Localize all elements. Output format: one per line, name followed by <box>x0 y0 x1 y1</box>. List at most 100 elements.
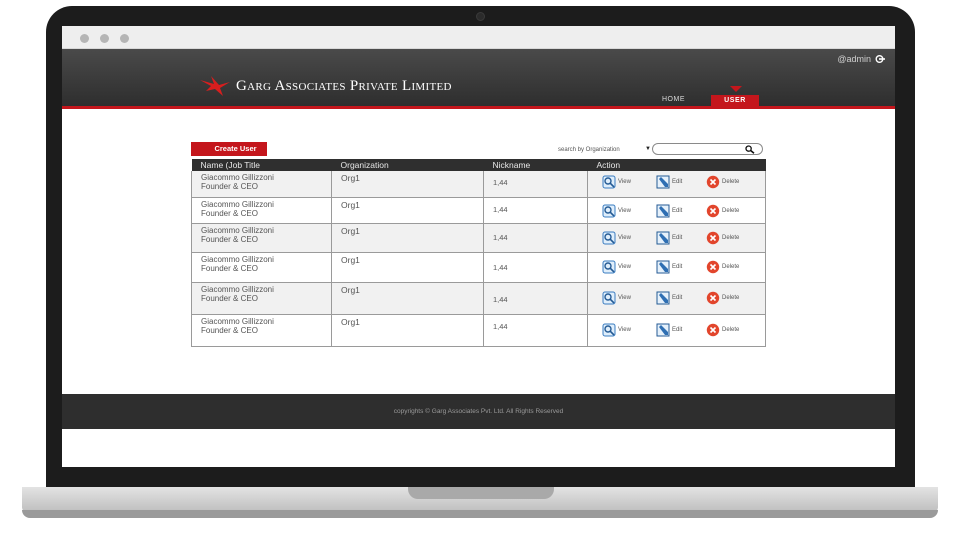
edit-label: Edit <box>672 234 683 241</box>
red-x-delete-icon <box>706 204 720 217</box>
laptop-hinge-notch <box>408 487 554 499</box>
delete-button[interactable]: Delete <box>706 175 739 189</box>
delete-button[interactable]: Delete <box>706 291 739 305</box>
name-cell: Giacommo Gillizzoni Founder & CEO <box>191 197 332 224</box>
edit-button[interactable]: Edit <box>656 175 682 189</box>
delete-label: Delete <box>722 326 740 333</box>
app-header: Garg Associates Private Limited @admin H… <box>62 49 895 109</box>
window-minimize-dot[interactable] <box>100 34 109 43</box>
view-label: View <box>618 294 631 301</box>
edit-button[interactable]: Edit <box>656 291 682 305</box>
pencil-edit-icon <box>656 323 670 336</box>
webcam <box>476 12 485 21</box>
view-label: View <box>618 234 631 241</box>
view-label: View <box>618 179 631 185</box>
view-button[interactable]: View <box>602 204 631 218</box>
table-row: Giacommo Gillizzoni Founder & CEO Org1 1… <box>191 171 766 198</box>
organization-cell: Org1 <box>331 171 484 198</box>
browser-bar <box>62 26 895 49</box>
copyright-text: copyrights © Garg Associates Pvt. Ltd. A… <box>393 408 564 415</box>
edit-button[interactable]: Edit <box>656 260 682 274</box>
delete-button[interactable]: Delete <box>706 323 739 337</box>
column-header-nickname[interactable]: Nickname <box>483 159 588 171</box>
delete-button[interactable]: Delete <box>706 204 739 218</box>
table-row: Giacommo Gillizzoni Founder & CEO Org1 1… <box>191 252 766 283</box>
name-cell: Giacommo Gillizzoni Founder & CEO <box>191 171 332 198</box>
action-cell: View Edit Delete <box>587 197 766 224</box>
create-user-button[interactable]: Create User <box>191 142 267 156</box>
edit-label: Edit <box>672 326 683 333</box>
edit-button[interactable]: Edit <box>656 323 682 337</box>
nickname-cell: 1,44 <box>483 282 588 315</box>
user-name: Giacommo Gillizzoni <box>201 225 274 235</box>
magnifier-view-icon <box>602 204 616 217</box>
organization-cell: Org1 <box>331 252 484 283</box>
delete-label: Delete <box>722 234 740 241</box>
pencil-edit-icon <box>656 260 670 273</box>
name-cell: Giacommo Gillizzoni Founder & CEO <box>191 252 332 283</box>
action-cell: View Edit Delete <box>587 252 766 283</box>
table-row: Giacommo Gillizzoni Founder & CEO Org1 1… <box>191 282 766 315</box>
user-name: Giacommo Gillizzoni <box>201 199 274 209</box>
nickname-cell: 1,44 <box>483 314 588 347</box>
edit-label: Edit <box>672 294 683 301</box>
organization-cell: Org1 <box>331 314 484 347</box>
red-x-delete-icon <box>706 231 720 244</box>
window-close-dot[interactable] <box>80 34 89 43</box>
column-header-organization[interactable]: Organization <box>331 159 484 171</box>
user-name: Giacommo Gillizzoni <box>201 316 274 326</box>
magnifier-view-icon <box>602 323 616 336</box>
edit-button[interactable]: Edit <box>656 204 682 218</box>
view-button[interactable]: View <box>602 323 631 337</box>
red-x-delete-icon <box>706 175 720 189</box>
chevron-down-icon[interactable]: ▼ <box>645 146 651 152</box>
footer: copyrights © Garg Associates Pvt. Ltd. A… <box>62 394 895 429</box>
user-name: Giacommo Gillizzoni <box>201 254 274 264</box>
user-job-title: Founder & CEO <box>201 325 258 335</box>
user-job-title: Founder & CEO <box>201 293 258 303</box>
view-button[interactable]: View <box>602 231 631 245</box>
delete-button[interactable]: Delete <box>706 260 739 274</box>
search-icon[interactable] <box>745 145 755 154</box>
delete-button[interactable]: Delete <box>706 231 739 245</box>
view-label: View <box>618 263 631 270</box>
nickname-cell: 1,44 <box>483 223 588 253</box>
action-cell: View Edit Delete <box>587 282 766 315</box>
action-cell: View Edit Delete <box>587 171 766 198</box>
nickname-cell: 1,44 <box>483 197 588 224</box>
magnifier-view-icon <box>602 260 616 273</box>
view-button[interactable]: View <box>602 260 631 274</box>
nav-home[interactable]: HOME <box>662 96 685 103</box>
column-header-action: Action <box>587 159 766 171</box>
action-cell: View Edit Delete <box>587 314 766 347</box>
delete-label: Delete <box>722 207 740 214</box>
delete-label: Delete <box>722 179 740 185</box>
red-bird-logo-icon <box>200 76 230 96</box>
magnifier-view-icon <box>602 291 616 304</box>
name-cell: Giacommo Gillizzoni Founder & CEO <box>191 223 332 253</box>
action-cell: View Edit Delete <box>587 223 766 253</box>
red-x-delete-icon <box>706 291 720 304</box>
edit-label: Edit <box>672 179 683 185</box>
organization-cell: Org1 <box>331 282 484 315</box>
name-cell: Giacommo Gillizzoni Founder & CEO <box>191 314 332 347</box>
pencil-edit-icon <box>656 204 670 217</box>
pencil-edit-icon <box>656 175 670 189</box>
magnifier-view-icon <box>602 231 616 244</box>
view-button[interactable]: View <box>602 175 631 189</box>
screen: Garg Associates Private Limited @admin H… <box>62 26 895 467</box>
column-header-name[interactable]: Name (Job Title <box>191 159 332 171</box>
nav-user[interactable]: USER <box>711 95 759 106</box>
view-label: View <box>618 207 631 214</box>
view-button[interactable]: View <box>602 291 631 305</box>
search-label: search by Organization <box>558 147 620 153</box>
admin-menu[interactable]: @admin <box>837 54 885 64</box>
delete-label: Delete <box>722 294 740 301</box>
table-row: Giacommo Gillizzoni Founder & CEO Org1 1… <box>191 223 766 253</box>
window-maximize-dot[interactable] <box>120 34 129 43</box>
table-row: Giacommo Gillizzoni Founder & CEO Org1 1… <box>191 197 766 224</box>
edit-button[interactable]: Edit <box>656 231 682 245</box>
user-job-title: Founder & CEO <box>201 263 258 273</box>
logout-icon[interactable] <box>875 54 885 64</box>
edit-label: Edit <box>672 207 683 214</box>
